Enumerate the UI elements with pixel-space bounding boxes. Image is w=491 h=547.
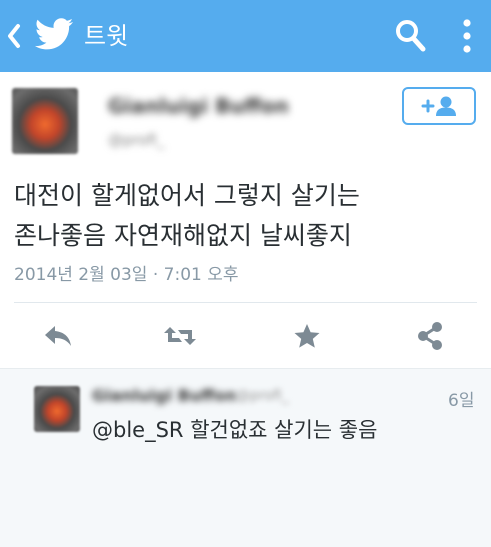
page-title: 트윗 [84,22,129,50]
reply-body: 할건없죠 살기는 좋음 [190,418,378,442]
reply-text: @ble_SR 할건없죠 살기는 좋음 [92,414,377,444]
reply-time: 6일 [448,391,475,411]
follow-button[interactable] [402,87,476,125]
reply-author-name[interactable]: Gianluigi Buffon [92,386,237,405]
reply-button[interactable] [40,318,76,354]
author-name[interactable]: Gianluigi Buffon [108,94,289,118]
tweet-text-line: 존나좋음 자연재해없지 날씨좋지 [14,221,352,250]
retweet-icon [164,327,196,345]
tweet-timestamp: 2014년 2월 03일 · 7:01 오후 [14,265,239,285]
tweet-text-line: 대전이 할게없어서 그렇지 살기는 [14,181,360,210]
share-button[interactable] [412,318,448,354]
favorite-icon [294,324,320,348]
reply-author-handle: @profi_ [236,388,289,404]
reply-mention[interactable]: @ble_SR [92,418,184,442]
divider [14,302,477,303]
twitter-bird-icon[interactable] [34,18,74,52]
reply-icon [45,326,71,346]
tweet-text: 대전이 할게없어서 그렇지 살기는 존나좋음 자연재해없지 날씨좋지 [14,176,474,256]
reply-author-avatar[interactable] [34,386,80,432]
retweet-button[interactable] [162,318,198,354]
search-icon[interactable] [394,18,426,52]
author-handle: @profi_ [108,131,165,149]
add-user-icon [421,96,456,116]
top-app-bar: 트윗 [0,0,491,72]
author-avatar[interactable] [12,88,78,154]
more-vertical-icon[interactable] [462,18,472,54]
back-icon[interactable] [6,23,22,49]
favorite-button[interactable] [289,318,325,354]
share-icon [418,322,442,350]
